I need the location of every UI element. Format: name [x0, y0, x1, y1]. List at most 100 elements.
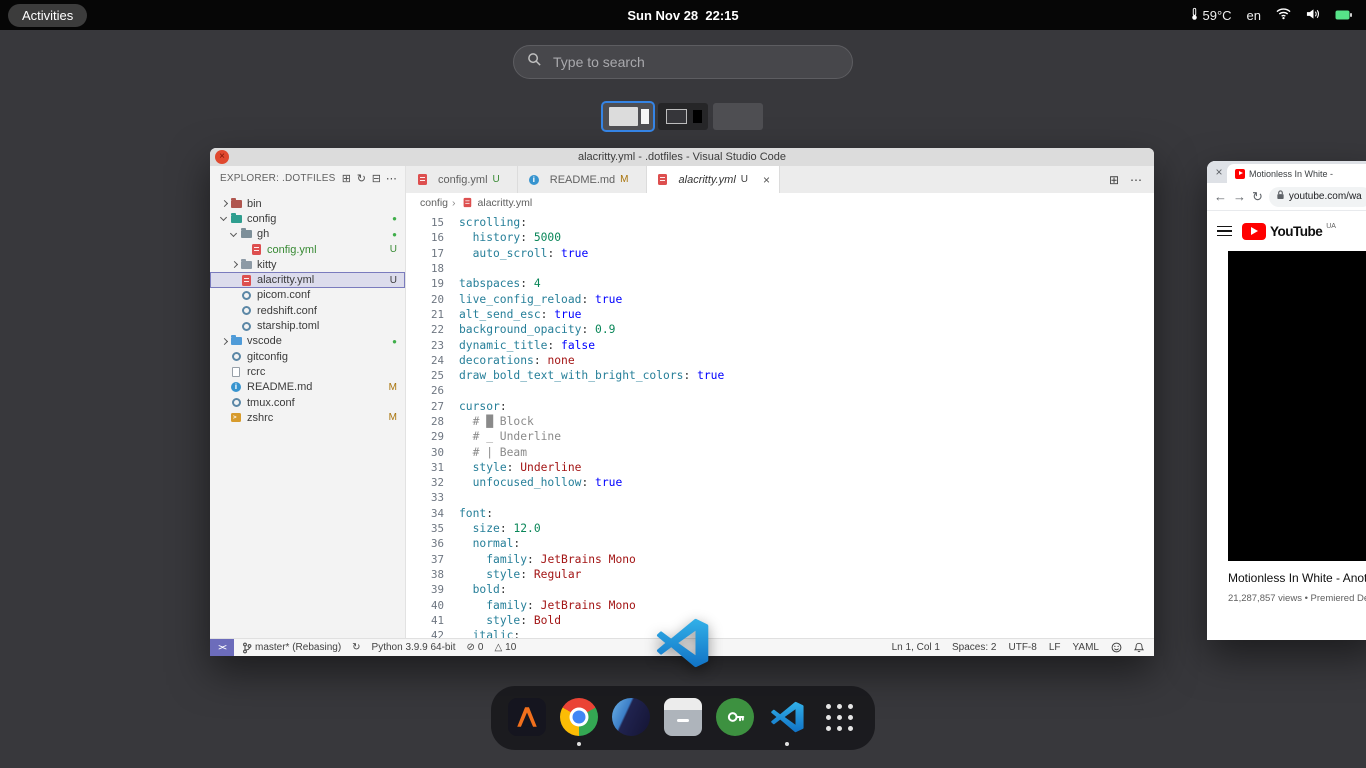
- code-line[interactable]: 18: [406, 261, 1154, 276]
- vscode-titlebar[interactable]: × alacritty.yml - .dotfiles - Visual Stu…: [210, 148, 1154, 166]
- code-line[interactable]: 24decorations: none: [406, 353, 1154, 368]
- code-line[interactable]: 38 style: Regular: [406, 567, 1154, 582]
- back-icon[interactable]: ←: [1214, 189, 1227, 204]
- close-window-button[interactable]: ×: [215, 150, 229, 164]
- address-bar[interactable]: youtube.com/wa: [1269, 187, 1366, 207]
- dock-icon-vscode[interactable]: [768, 698, 806, 736]
- status-language-mode[interactable]: YAML: [1073, 642, 1100, 653]
- close-icon[interactable]: ×: [763, 174, 770, 186]
- tree-item-gitconfig[interactable]: gitconfig: [210, 349, 405, 364]
- code-line[interactable]: 42 italic:: [406, 628, 1154, 638]
- code-editor[interactable]: 15scrolling:16 history: 500017 auto_scro…: [406, 212, 1154, 638]
- code-line[interactable]: 34font:: [406, 506, 1154, 521]
- status-feedback[interactable]: [1111, 642, 1122, 653]
- tree-item-tmux.conf[interactable]: tmux.conf: [210, 395, 405, 410]
- system-status-area[interactable]: 59°C en: [1191, 7, 1352, 24]
- dock-icon-eclipse[interactable]: [612, 698, 650, 736]
- breadcrumb-item[interactable]: alacritty.yml: [478, 197, 533, 209]
- code-line[interactable]: 28 # █ Block: [406, 414, 1154, 429]
- youtube-logo[interactable]: YouTube UA: [1242, 222, 1336, 241]
- status-git-branch[interactable]: master* (Rebasing): [242, 642, 341, 654]
- dock-icon-chrome[interactable]: [560, 698, 598, 736]
- tree-item-alacritty.yml[interactable]: alacritty.ymlU: [210, 272, 405, 287]
- dock-icon-files[interactable]: [664, 698, 702, 736]
- tree-item-config[interactable]: config●: [210, 211, 405, 226]
- collapse-all-icon[interactable]: ⊟: [369, 172, 384, 185]
- code-line[interactable]: 29 # _ Underline: [406, 429, 1154, 444]
- code-line[interactable]: 35 size: 12.0: [406, 521, 1154, 536]
- code-line[interactable]: 22background_opacity: 0.9: [406, 322, 1154, 337]
- code-line[interactable]: 23dynamic_title: false: [406, 337, 1154, 352]
- search-input[interactable]: [551, 53, 839, 71]
- code-line[interactable]: 27cursor:: [406, 399, 1154, 414]
- code-line[interactable]: 15scrolling:: [406, 215, 1154, 230]
- chrome-window[interactable]: × Motionless In White - ← → ↻ youtube.co…: [1207, 161, 1366, 640]
- new-file-icon[interactable]: ⊞: [339, 172, 354, 185]
- tree-item-picom.conf[interactable]: picom.conf: [210, 288, 405, 303]
- more-actions-icon[interactable]: ⋯: [1130, 173, 1142, 187]
- workspace-thumbnail-3[interactable]: [713, 103, 763, 130]
- status-eol-sequence[interactable]: LF: [1049, 642, 1061, 653]
- menu-icon[interactable]: [1217, 223, 1232, 240]
- code-line[interactable]: 25draw_bold_text_with_bright_colors: tru…: [406, 368, 1154, 383]
- code-line[interactable]: 16 history: 5000: [406, 230, 1154, 245]
- code-line[interactable]: 17 auto_scroll: true: [406, 246, 1154, 261]
- code-line[interactable]: 19tabspaces: 4: [406, 276, 1154, 291]
- status-warnings[interactable]: △10: [494, 642, 516, 653]
- code-line[interactable]: 32 unfocused_hollow: true: [406, 475, 1154, 490]
- tree-item-config.yml[interactable]: config.ymlU: [210, 242, 405, 257]
- remote-indicator[interactable]: ><: [210, 639, 234, 656]
- more-icon[interactable]: ⋯: [384, 172, 399, 185]
- tree-item-redshift.conf[interactable]: redshift.conf: [210, 303, 405, 318]
- tree-item-gh[interactable]: gh●: [210, 227, 405, 242]
- code-line[interactable]: 40 family: JetBrains Mono: [406, 597, 1154, 612]
- code-line[interactable]: 39 bold:: [406, 582, 1154, 597]
- breadcrumb-item[interactable]: config: [420, 197, 448, 209]
- video-player[interactable]: [1228, 251, 1366, 561]
- status-sync[interactable]: ↻: [352, 642, 360, 653]
- browser-tab[interactable]: Motionless In White -: [1227, 164, 1366, 183]
- line-number: 21: [406, 308, 444, 321]
- search-bar[interactable]: [513, 45, 853, 79]
- tab-README.md[interactable]: README.mdM: [518, 166, 647, 193]
- dock-icon-alacritty[interactable]: [508, 698, 546, 736]
- status-cursor-position[interactable]: Ln 1, Col 1: [892, 642, 940, 653]
- dock-icon-app-grid[interactable]: [820, 698, 858, 736]
- tab-config.yml[interactable]: config.ymlU: [406, 166, 518, 193]
- tree-item-bin[interactable]: bin: [210, 196, 405, 211]
- code-line[interactable]: 26: [406, 383, 1154, 398]
- code-line[interactable]: 31 style: Underline: [406, 460, 1154, 475]
- code-line[interactable]: 21alt_send_esc: true: [406, 307, 1154, 322]
- tree-item-starship.toml[interactable]: starship.toml: [210, 318, 405, 333]
- workspace-thumbnail-2[interactable]: [658, 103, 708, 130]
- running-indicator: [577, 742, 581, 746]
- keyboard-layout[interactable]: en: [1247, 8, 1261, 23]
- tree-item-README.md[interactable]: README.mdM: [210, 380, 405, 395]
- close-icon[interactable]: ×: [1211, 165, 1227, 179]
- forward-icon[interactable]: →: [1233, 189, 1246, 204]
- tree-item-rcrc[interactable]: rcrc: [210, 364, 405, 379]
- clock[interactable]: Sun Nov 28 22:15: [627, 8, 738, 23]
- tree-item-vscode[interactable]: vscode●: [210, 334, 405, 349]
- workspace-thumbnail-1[interactable]: [603, 103, 653, 130]
- status-encoding[interactable]: UTF-8: [1008, 642, 1036, 653]
- tab-alacritty.yml[interactable]: alacritty.ymlU×: [647, 166, 781, 193]
- tree-item-zshrc[interactable]: zshrcM: [210, 410, 405, 425]
- refresh-icon[interactable]: ↻: [354, 172, 369, 185]
- status-indentation[interactable]: Spaces: 2: [952, 642, 996, 653]
- code-line[interactable]: 30 # | Beam: [406, 444, 1154, 459]
- activities-button[interactable]: Activities: [8, 4, 87, 27]
- code-line[interactable]: 37 family: JetBrains Mono: [406, 552, 1154, 567]
- code-line[interactable]: 36 normal:: [406, 536, 1154, 551]
- vscode-window[interactable]: × alacritty.yml - .dotfiles - Visual Stu…: [210, 148, 1154, 656]
- code-line[interactable]: 33: [406, 490, 1154, 505]
- reload-icon[interactable]: ↻: [1252, 189, 1263, 205]
- tree-item-kitty[interactable]: kitty: [210, 257, 405, 272]
- code-line[interactable]: 41 style: Bold: [406, 613, 1154, 628]
- status-python-version[interactable]: Python 3.9.9 64-bit: [372, 642, 456, 653]
- code-line[interactable]: 20live_config_reload: true: [406, 291, 1154, 306]
- status-notifications[interactable]: [1134, 642, 1144, 653]
- split-editor-icon[interactable]: ⊞: [1109, 173, 1119, 187]
- dock-icon-keepassxc[interactable]: [716, 698, 754, 736]
- status-errors[interactable]: ⊘0: [467, 642, 484, 653]
